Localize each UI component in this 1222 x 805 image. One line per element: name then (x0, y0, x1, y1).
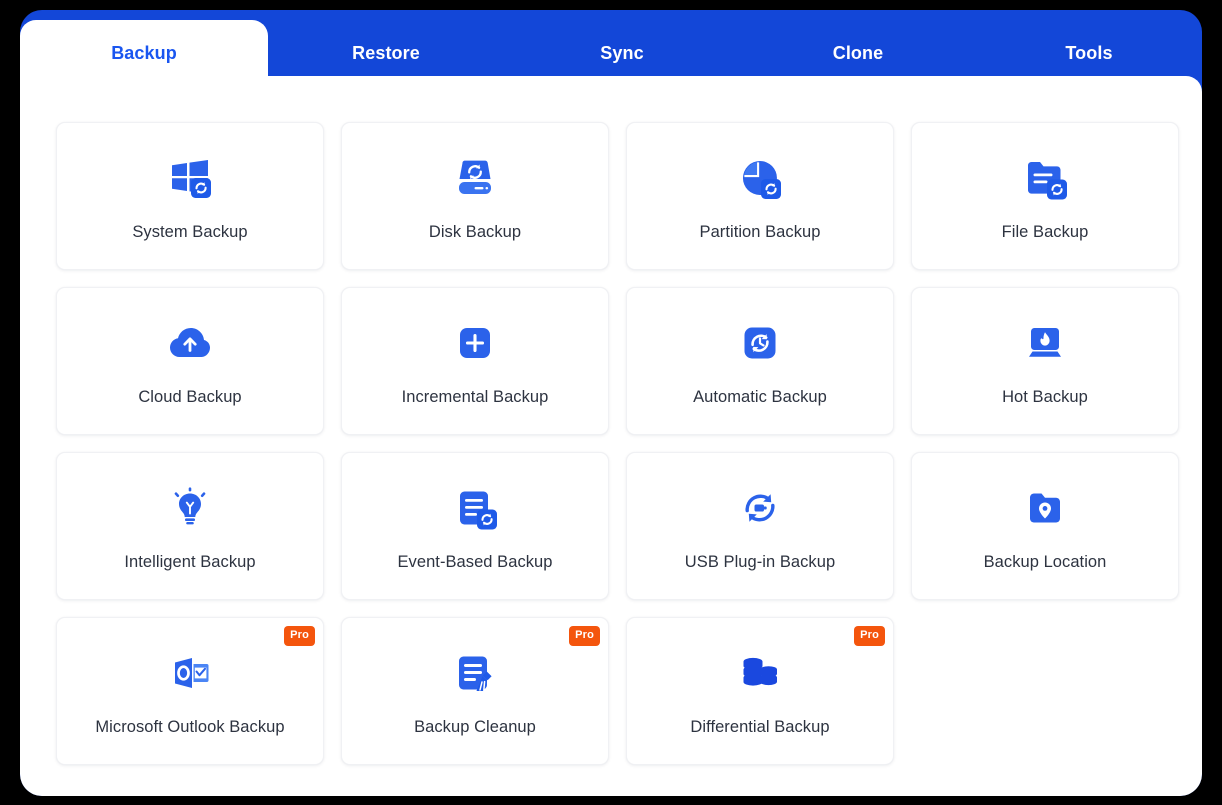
lightbulb-icon (161, 479, 219, 537)
backup-feature-grid: System Backup Disk Backup Partition Back… (56, 122, 1179, 765)
card-label: Disk Backup (428, 223, 522, 242)
card-label: System Backup (132, 223, 248, 242)
tab-label: Restore (352, 42, 420, 63)
card-hot-backup[interactable]: Hot Backup (911, 287, 1179, 435)
card-differential-backup[interactable]: Pro Differential Backup (626, 617, 894, 765)
card-backup-cleanup[interactable]: Pro Backup Cleanup (341, 617, 609, 765)
card-cloud-backup[interactable]: Cloud Backup (56, 287, 324, 435)
pro-badge: Pro (854, 626, 885, 646)
folder-file-sync-icon (1016, 149, 1074, 207)
card-label: Incremental Backup (401, 388, 549, 407)
pro-badge: Pro (284, 626, 315, 646)
document-broom-icon (446, 644, 504, 702)
card-label: Differential Backup (690, 718, 830, 737)
clock-refresh-square-icon (731, 314, 789, 372)
application-window: Backup Restore Sync Clone Tools System B… (20, 10, 1202, 796)
card-label: Hot Backup (1002, 388, 1088, 407)
tab-label: Clone (832, 42, 884, 63)
tab-label: Sync (600, 42, 644, 63)
card-automatic-backup[interactable]: Automatic Backup (626, 287, 894, 435)
pro-badge: Pro (569, 626, 600, 646)
card-disk-backup[interactable]: Disk Backup (341, 122, 609, 270)
card-label: Microsoft Outlook Backup (95, 718, 285, 737)
card-partition-backup[interactable]: Partition Backup (626, 122, 894, 270)
card-intelligent-backup[interactable]: Intelligent Backup (56, 452, 324, 600)
cloud-upload-icon (161, 314, 219, 372)
usb-refresh-icon (731, 479, 789, 537)
folder-pin-icon (1016, 479, 1074, 537)
card-label: Backup Cleanup (414, 718, 536, 737)
card-label: Cloud Backup (138, 388, 242, 407)
card-usb-plugin-backup[interactable]: USB Plug-in Backup (626, 452, 894, 600)
tab-label: Backup (111, 42, 177, 63)
card-label: Automatic Backup (693, 388, 827, 407)
card-label: Event-Based Backup (397, 553, 553, 572)
card-incremental-backup[interactable]: Incremental Backup (341, 287, 609, 435)
card-file-backup[interactable]: File Backup (911, 122, 1179, 270)
harddisk-sync-icon (446, 149, 504, 207)
laptop-flame-icon (1016, 314, 1074, 372)
database-stack-icon (731, 644, 789, 702)
card-backup-location[interactable]: Backup Location (911, 452, 1179, 600)
card-label: Partition Backup (699, 223, 821, 242)
backup-panel: System Backup Disk Backup Partition Back… (20, 76, 1202, 796)
card-label: Backup Location (983, 553, 1107, 572)
tab-label: Tools (1065, 42, 1113, 63)
pie-partition-sync-icon (731, 149, 789, 207)
windows-sync-icon (161, 149, 219, 207)
card-event-based-backup[interactable]: Event-Based Backup (341, 452, 609, 600)
card-microsoft-outlook-backup[interactable]: Pro Microsoft Outlook Backup (56, 617, 324, 765)
card-label: Intelligent Backup (124, 553, 256, 572)
card-system-backup[interactable]: System Backup (56, 122, 324, 270)
tab-bar: Backup Restore Sync Clone Tools (20, 10, 1202, 86)
card-label: USB Plug-in Backup (684, 553, 836, 572)
document-sync-icon (446, 479, 504, 537)
outlook-icon (161, 644, 219, 702)
card-label: File Backup (1001, 223, 1089, 242)
plus-square-icon (446, 314, 504, 372)
